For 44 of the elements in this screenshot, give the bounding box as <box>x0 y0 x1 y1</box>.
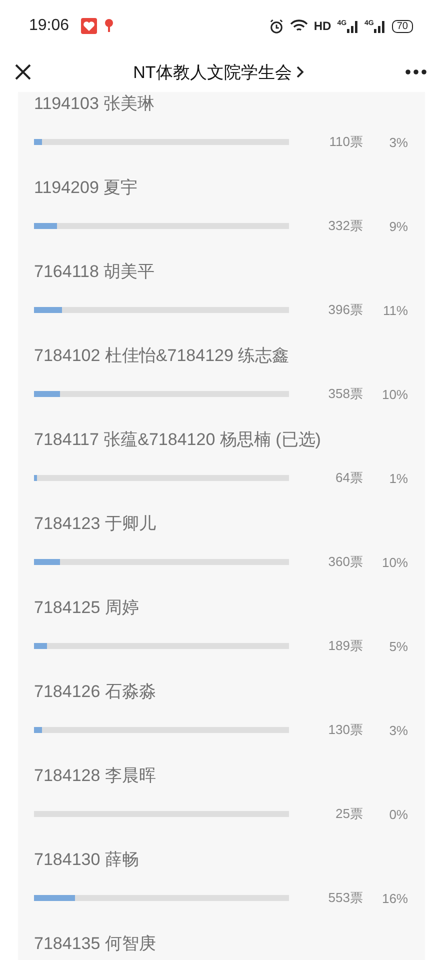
vote-count: 358票 <box>327 385 363 403</box>
alarm-icon <box>268 18 284 34</box>
option-name: 7164118 胡美平 <box>34 261 156 283</box>
close-icon[interactable] <box>14 63 32 81</box>
pin-icon <box>103 18 116 34</box>
heart-app-icon <box>81 18 98 34</box>
vote-percent: 11% <box>382 302 408 318</box>
option-name: 7184135 何智庚 <box>34 933 157 955</box>
vote-percent: 0% <box>388 806 408 822</box>
option-name: 7184126 石淼淼 <box>34 681 157 703</box>
vote-percent: 3% <box>388 722 408 738</box>
chevron-right-icon[interactable] <box>296 65 304 79</box>
vote-percent: 16% <box>380 890 408 906</box>
wifi-icon <box>290 19 308 33</box>
vote-count: 130票 <box>327 721 363 739</box>
vote-count: 396票 <box>327 301 363 319</box>
option-name: 7184102 杜佳怡&7184129 练志鑫 <box>34 345 290 367</box>
vote-count: 360票 <box>327 553 363 571</box>
option-name: 7184125 周婷 <box>34 597 140 619</box>
option-name: 1194103 张美琳 <box>34 93 156 115</box>
battery-level: 70 <box>392 20 413 32</box>
signal-icon <box>346 20 359 32</box>
option-name: 7184130 薛畅 <box>34 849 140 871</box>
status-time: 19:06 <box>29 17 70 35</box>
vote-percent: 1% <box>388 470 408 486</box>
vote-count: 25票 <box>334 805 363 823</box>
vote-count: 64票 <box>334 469 363 487</box>
vote-percent: 9% <box>388 218 408 234</box>
vote-percent: 5% <box>388 638 408 654</box>
signal-icon <box>374 20 386 32</box>
vote-count: 189票 <box>327 637 363 655</box>
hd-label: HD <box>314 19 332 33</box>
option-name: 7184117 张蕴&7184120 杨思楠 (已选) <box>34 429 322 451</box>
vote-percent: 10% <box>380 554 408 570</box>
option-name: 1194209 夏宇 <box>34 177 139 199</box>
vote-count: 110票 <box>328 133 363 151</box>
more-icon[interactable] <box>405 69 427 75</box>
page-title[interactable]: NT体教人文院学生会 <box>133 60 292 84</box>
vote-count: 332票 <box>327 217 363 235</box>
vote-percent: 10% <box>380 386 408 402</box>
option-name: 7184123 于卿儿 <box>34 513 157 535</box>
vote-percent: 3% <box>388 134 408 150</box>
option-name: 7184128 李晨晖 <box>34 765 157 787</box>
vote-count: 553票 <box>327 889 363 907</box>
